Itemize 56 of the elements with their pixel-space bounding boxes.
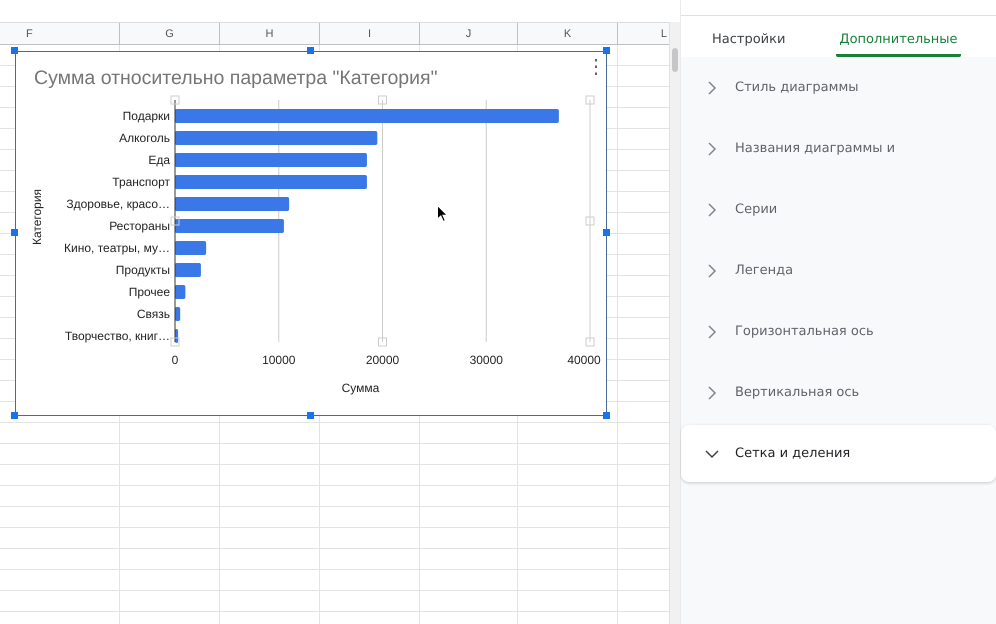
- plot-handle[interactable]: [378, 96, 387, 104]
- chart-menu-button[interactable]: ⋮: [586, 55, 600, 79]
- category-label: Творчество, книг…: [64, 329, 170, 343]
- chart-title: Сумма относительно параметра "Категория": [34, 67, 438, 90]
- section-header[interactable]: Вертикальная ось: [681, 362, 996, 423]
- category-label: Прочее: [128, 285, 170, 299]
- section-header[interactable]: Легенда: [681, 240, 996, 301]
- column-header[interactable]: H: [220, 23, 320, 44]
- resize-handle[interactable]: [11, 229, 18, 236]
- resize-handle[interactable]: [307, 412, 314, 419]
- section-header[interactable]: Серии: [681, 179, 996, 240]
- axis-tick-label: 30000: [470, 353, 503, 367]
- mouse-pointer-icon: [437, 205, 448, 222]
- axis-tick-label: 10000: [262, 353, 296, 367]
- bar[interactable]: [175, 285, 186, 299]
- scrollbar-thumb[interactable]: [672, 48, 678, 72]
- category-label: Еда: [148, 153, 170, 167]
- plot-handle[interactable]: [170, 96, 180, 104]
- resize-handle[interactable]: [307, 47, 314, 54]
- category-label: Здоровье, красо…: [66, 197, 170, 211]
- resize-handle[interactable]: [603, 229, 610, 236]
- section-header[interactable]: Стиль диаграммы: [681, 57, 996, 118]
- category-label: Связь: [136, 307, 170, 321]
- plot-handle[interactable]: [378, 338, 387, 346]
- category-label: Продукты: [116, 263, 170, 277]
- resize-handle[interactable]: [11, 412, 18, 419]
- category-label: Транспорт: [112, 175, 170, 189]
- category-label: Подарки: [122, 109, 170, 123]
- axis-tick-label: 20000: [366, 353, 400, 367]
- column-header[interactable]: I: [320, 23, 420, 44]
- column-header[interactable]: G: [120, 23, 220, 44]
- plot-handle[interactable]: [170, 338, 180, 346]
- resize-handle[interactable]: [11, 47, 18, 54]
- axis-title: Сумма: [342, 381, 380, 395]
- resize-handle[interactable]: [603, 47, 610, 54]
- section-header[interactable]: Горизонтальная ось: [681, 301, 996, 362]
- bar[interactable]: [175, 329, 178, 343]
- column-header[interactable]: K: [518, 23, 618, 44]
- axis-title: Категория: [30, 188, 44, 246]
- column-header[interactable]: J: [420, 23, 518, 44]
- bar[interactable]: [175, 307, 180, 321]
- resize-handle[interactable]: [603, 412, 610, 419]
- section-header[interactable]: Сетка и деления: [681, 425, 996, 482]
- section-header[interactable]: Названия диаграммы и: [681, 118, 996, 179]
- plot-handle[interactable]: [586, 216, 594, 226]
- axis-tick-label: 40000: [567, 353, 601, 367]
- plot-handle[interactable]: [170, 216, 180, 226]
- column-header[interactable]: F: [0, 23, 120, 44]
- category-label: Кино, театры, му…: [64, 241, 170, 255]
- category-label: Алкоголь: [119, 131, 170, 145]
- axis-tick-label: 0: [172, 353, 178, 367]
- tab[interactable]: Дополнительные: [836, 16, 961, 57]
- plot-handle[interactable]: [586, 338, 594, 346]
- plot-handle[interactable]: [586, 96, 594, 104]
- tab[interactable]: Настройки: [709, 16, 788, 57]
- category-label: Рестораны: [109, 219, 170, 233]
